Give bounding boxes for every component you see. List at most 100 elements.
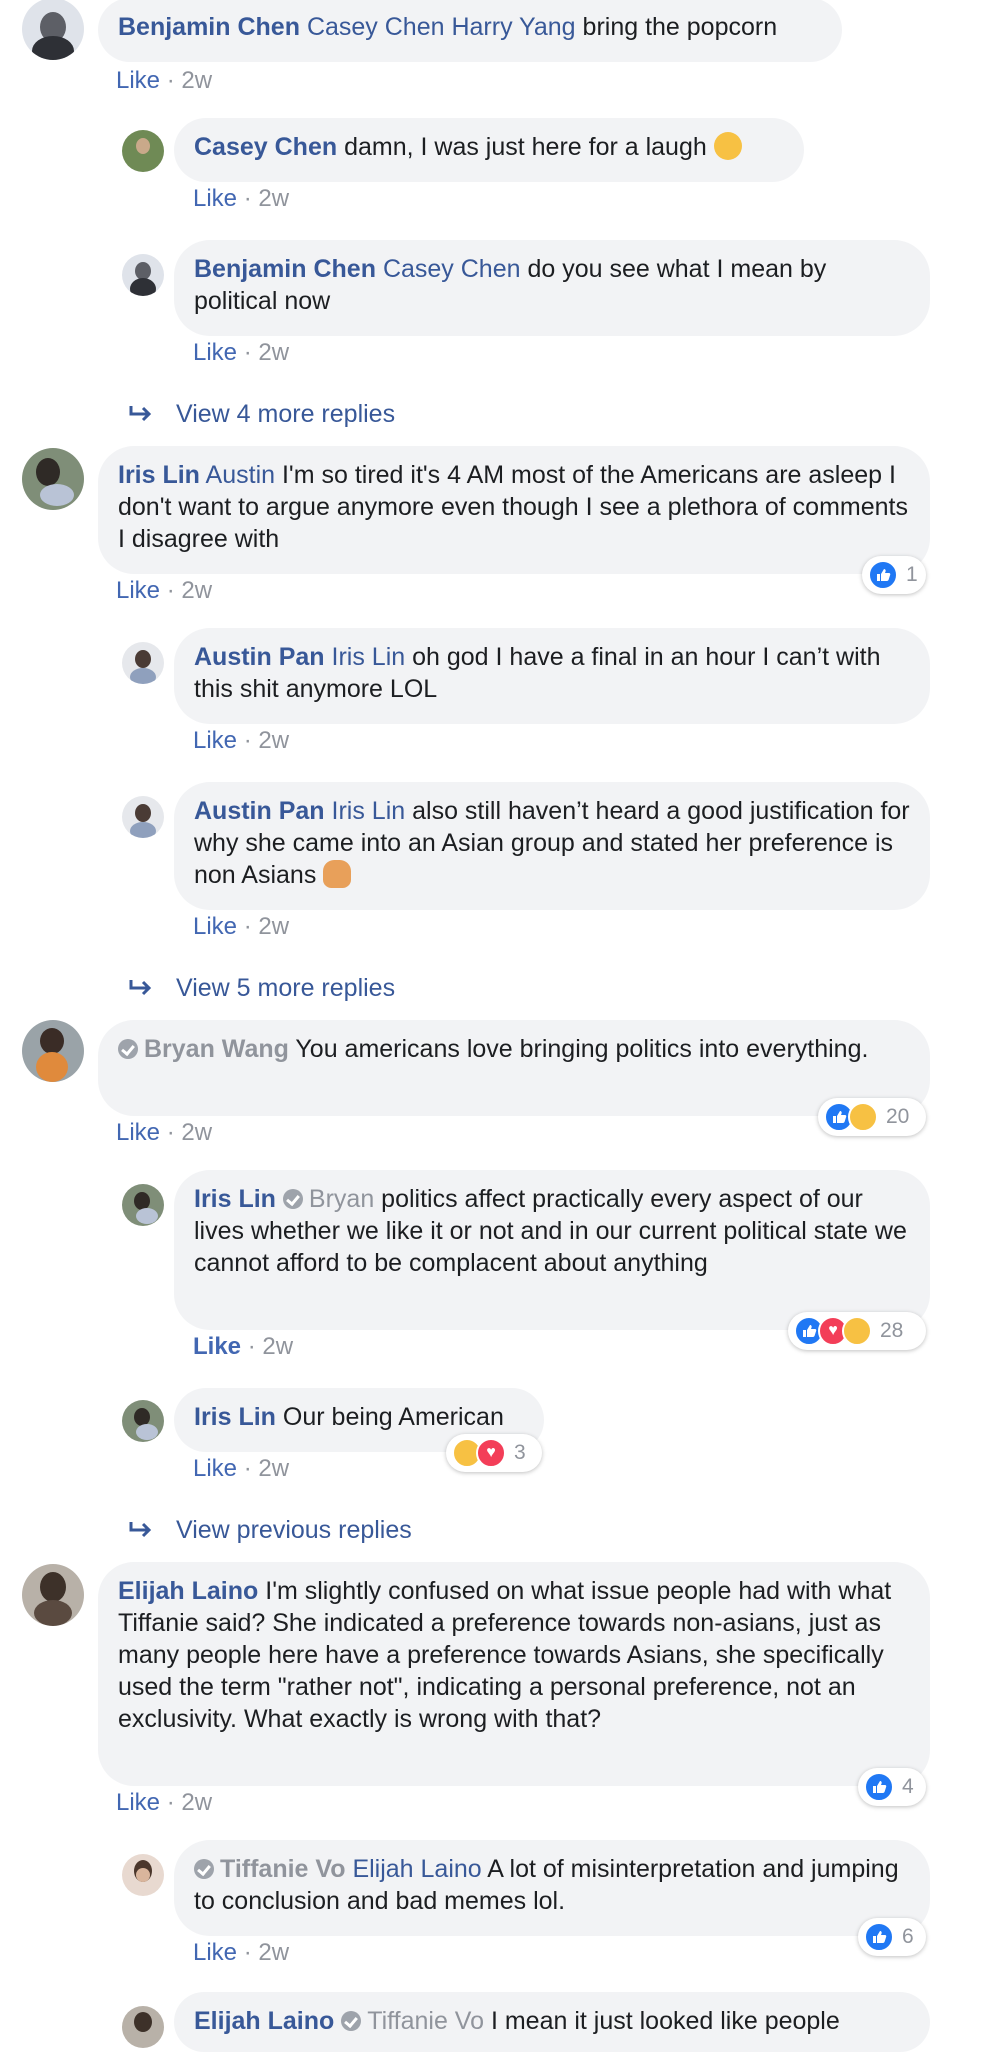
tagged-users[interactable]: Iris Lin xyxy=(332,643,406,671)
separator: · xyxy=(166,67,175,94)
like-button[interactable]: Like xyxy=(193,1333,241,1360)
comment-bubble: Elijah Laino Tiffanie Vo I mean it just … xyxy=(174,1992,930,2052)
timestamp[interactable]: 2w xyxy=(258,913,289,940)
comment-actions: Like · 2w xyxy=(193,726,289,756)
avatar[interactable] xyxy=(122,1184,164,1226)
like-reaction-icon xyxy=(864,1922,894,1952)
comment-bubble: Elijah Laino I'm slightly confused on wh… xyxy=(98,1562,930,1786)
comment-actions: Like · 2w xyxy=(116,576,212,606)
reaction-count: 3 xyxy=(514,1441,526,1464)
comment-actions: Like · 2w xyxy=(193,184,289,214)
avatar[interactable] xyxy=(122,796,164,838)
timestamp[interactable]: 2w xyxy=(258,185,289,212)
tagged-users[interactable]: Elijah Laino xyxy=(352,1855,481,1883)
view-previous-replies-link[interactable]: View previous replies xyxy=(128,1514,412,1546)
verified-badge-icon xyxy=(341,2011,362,2031)
comment-bubble: Benjamin Chen Casey Chen do you see what… xyxy=(174,240,930,336)
upside-down-face-emoji-icon xyxy=(713,132,742,160)
comment-author[interactable]: Benjamin Chen xyxy=(118,13,300,41)
comment-text: Our being American xyxy=(275,1403,504,1431)
separator: · xyxy=(166,1119,175,1146)
comment-author[interactable]: Casey Chen xyxy=(194,133,337,161)
view-more-replies-link[interactable]: View 5 more replies xyxy=(128,972,395,1004)
view-more-label: View previous replies xyxy=(176,1516,412,1544)
like-button[interactable]: Like xyxy=(193,1939,237,1966)
like-reaction-icon xyxy=(864,1772,894,1802)
avatar[interactable] xyxy=(122,254,164,296)
timestamp[interactable]: 2w xyxy=(258,727,289,754)
timestamp[interactable]: 2w xyxy=(181,577,212,604)
avatar[interactable] xyxy=(22,0,84,60)
avatar[interactable] xyxy=(122,1400,164,1442)
comment-actions: Like · 2w xyxy=(193,1454,289,1484)
avatar[interactable] xyxy=(122,642,164,684)
tagged-users[interactable]: Casey Chen Harry Yang xyxy=(307,13,576,41)
timestamp[interactable]: 2w xyxy=(258,1455,289,1482)
separator: · xyxy=(243,913,252,940)
separator: · xyxy=(243,185,252,212)
like-button[interactable]: Like xyxy=(193,913,237,940)
reaction-summary[interactable]: ♥ 3 xyxy=(446,1434,542,1472)
comment-actions: Like · 2w xyxy=(193,338,289,368)
reaction-count: 20 xyxy=(886,1105,910,1128)
comment-author[interactable]: Elijah Laino xyxy=(118,1577,258,1605)
like-button[interactable]: Like xyxy=(193,185,237,212)
comment-bubble: Iris Lin Austin I'm so tired it's 4 AM m… xyxy=(98,446,930,574)
comment-author[interactable]: Benjamin Chen xyxy=(194,255,376,283)
avatar[interactable] xyxy=(122,1854,164,1896)
comment-text: I mean it just looked like people xyxy=(484,2007,840,2035)
timestamp[interactable]: 2w xyxy=(181,1789,212,1816)
tagged-users[interactable]: Bryan xyxy=(309,1185,374,1213)
separator: · xyxy=(243,1455,252,1482)
like-button[interactable]: Like xyxy=(193,1455,237,1482)
haha-reaction-icon xyxy=(842,1316,872,1346)
separator: · xyxy=(243,727,252,754)
reaction-count: 28 xyxy=(880,1319,904,1342)
tagged-users[interactable]: Austin xyxy=(206,461,275,489)
verified-badge-icon xyxy=(194,1859,214,1879)
reaction-summary[interactable]: 6 xyxy=(858,1918,926,1956)
comment-author[interactable]: Iris Lin xyxy=(194,1403,276,1431)
tagged-users[interactable]: Iris Lin xyxy=(332,797,406,825)
comment-author[interactable]: Austin Pan xyxy=(194,643,325,671)
timestamp[interactable]: 2w xyxy=(258,339,289,366)
comment-author[interactable]: Iris Lin xyxy=(118,461,200,489)
haha-reaction-icon xyxy=(848,1102,878,1132)
avatar[interactable] xyxy=(122,2006,164,2048)
comment-author[interactable]: Austin Pan xyxy=(194,797,325,825)
tagged-users[interactable]: Casey Chen xyxy=(383,255,521,283)
timestamp[interactable]: 2w xyxy=(181,67,212,94)
tagged-users[interactable]: Tiffanie Vo xyxy=(367,2007,484,2035)
comment-actions: Like · 2w xyxy=(116,66,212,96)
like-button[interactable]: Like xyxy=(116,577,160,604)
comment-author[interactable]: Elijah Laino xyxy=(194,2007,334,2035)
timestamp[interactable]: 2w xyxy=(258,1939,289,1966)
timestamp[interactable]: 2w xyxy=(262,1333,293,1360)
separator: · xyxy=(243,339,252,366)
like-button[interactable]: Like xyxy=(193,339,237,366)
reaction-summary[interactable]: 1 xyxy=(862,556,926,594)
comment-bubble: Iris Lin Bryan politics affect practical… xyxy=(174,1170,930,1330)
like-button[interactable]: Like xyxy=(193,727,237,754)
avatar[interactable] xyxy=(22,1020,84,1082)
comment-text: You americans love bringing politics int… xyxy=(288,1035,869,1063)
comment-author[interactable]: Tiffanie Vo xyxy=(220,1855,345,1883)
reaction-count: 4 xyxy=(902,1775,914,1798)
view-more-replies-link[interactable]: View 4 more replies xyxy=(128,398,395,430)
like-button[interactable]: Like xyxy=(116,1119,160,1146)
timestamp[interactable]: 2w xyxy=(181,1119,212,1146)
avatar[interactable] xyxy=(22,448,84,510)
reaction-summary[interactable]: 4 xyxy=(858,1768,926,1806)
reply-arrow-icon xyxy=(129,1522,152,1538)
reaction-summary[interactable]: 20 xyxy=(818,1098,926,1136)
reaction-summary[interactable]: ♥ 28 xyxy=(788,1312,926,1350)
comment-actions: Like · 2w xyxy=(193,912,289,942)
like-button[interactable]: Like xyxy=(116,67,160,94)
like-button[interactable]: Like xyxy=(116,1789,160,1816)
love-reaction-icon: ♥ xyxy=(476,1438,506,1468)
comment-author[interactable]: Iris Lin xyxy=(194,1185,276,1213)
comment-author[interactable]: Bryan Wang xyxy=(144,1035,289,1063)
avatar[interactable] xyxy=(22,1564,84,1626)
avatar[interactable] xyxy=(122,130,164,172)
reaction-count: 1 xyxy=(906,563,918,586)
